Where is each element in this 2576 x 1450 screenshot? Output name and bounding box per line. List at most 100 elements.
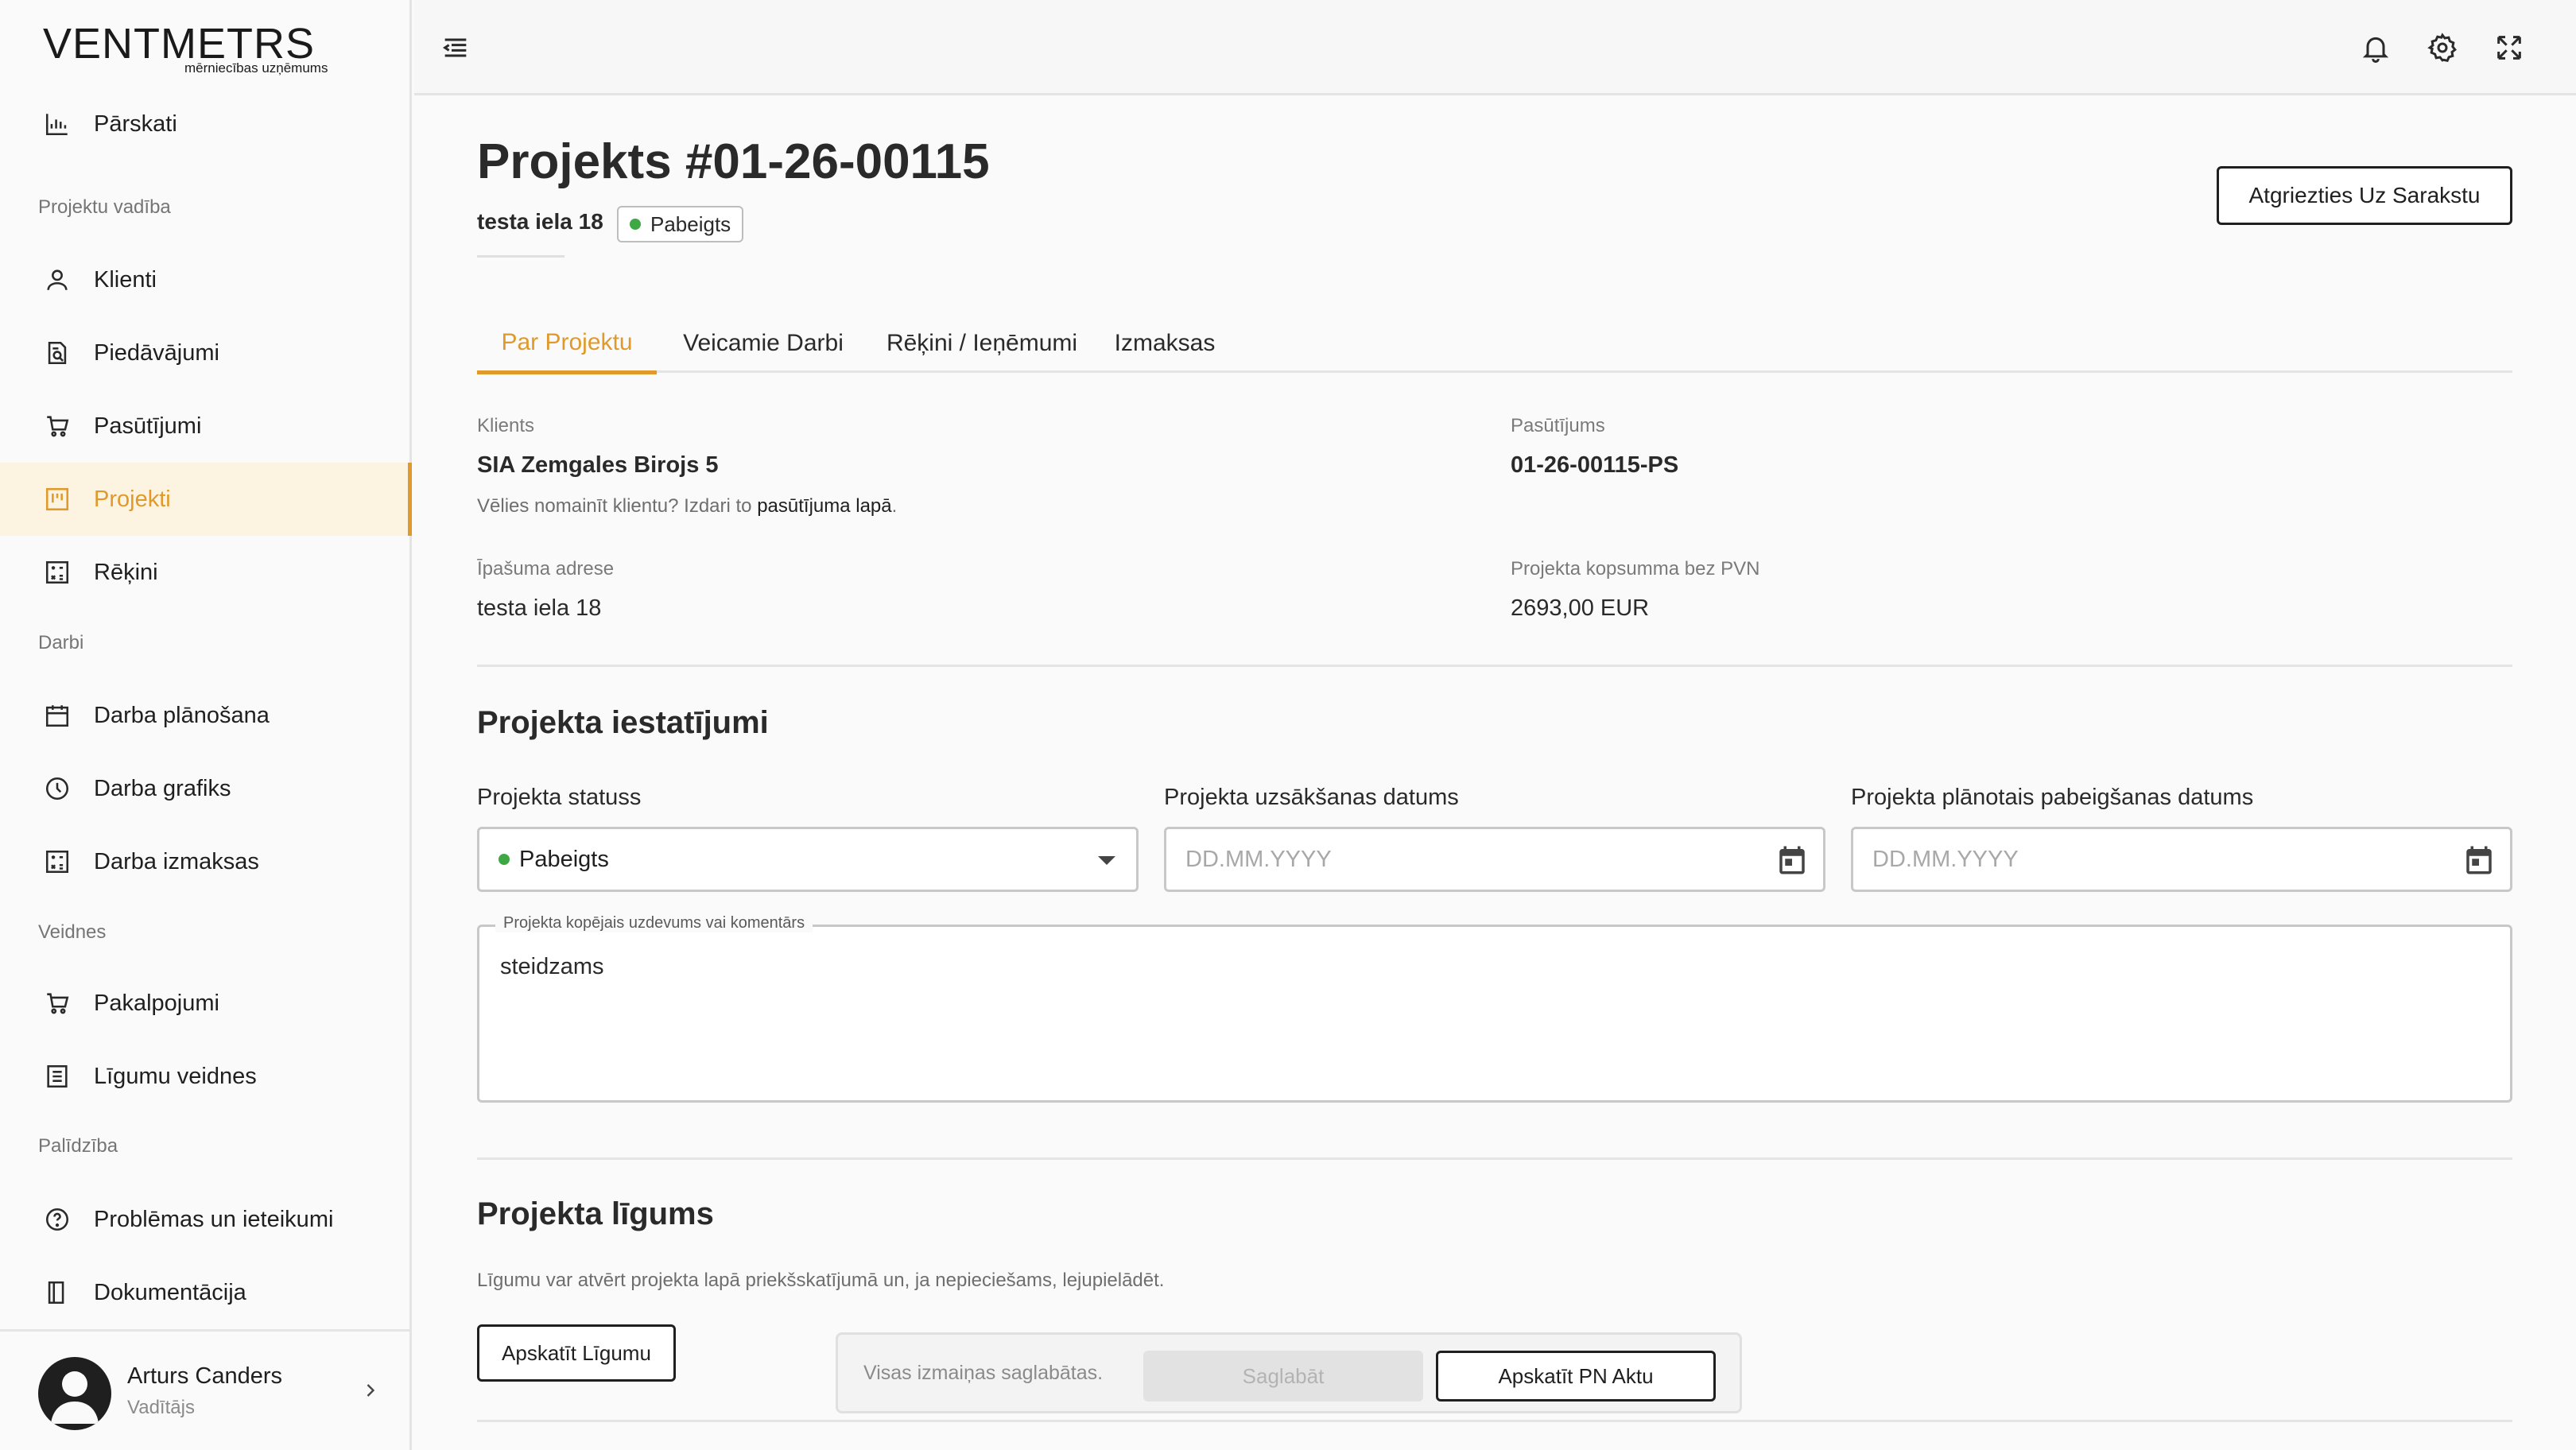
property-address-label: Īpašuma adrese — [477, 558, 615, 580]
sidebar-item-pasutijumi[interactable]: Pasūtījumi — [0, 390, 412, 463]
section-label-veidnes: Veidnes — [38, 921, 107, 943]
view-contract-button[interactable]: Apskatīt Līgumu — [477, 1324, 676, 1382]
tab-rekini-ienemumi[interactable]: Rēķini / Ieņēmumi — [875, 314, 1089, 373]
sidebar-item-klienti[interactable]: Klienti — [0, 243, 412, 316]
status-badge-label: Pabeigts — [650, 211, 731, 236]
status-field-label: Projekta statuss — [477, 785, 642, 810]
tab-izmaksas[interactable]: Izmaksas — [1106, 314, 1224, 373]
comment-label: Projekta kopējais uzdevums vai komentārs — [495, 914, 813, 932]
comment-textarea[interactable]: Projekta kopējais uzdevums vai komentārs… — [477, 914, 2512, 1103]
document-search-icon — [43, 339, 72, 367]
client-hint-prefix: Vēlies nomainīt klientu? Izdari to — [477, 495, 752, 517]
project-total-value: 2693,00 EUR — [1511, 595, 1650, 621]
client-label: Klients — [477, 415, 535, 436]
sidebar-item-label: Projekti — [94, 486, 171, 512]
sidebar-item-darba-izmaksas[interactable]: Darba izmaksas — [0, 825, 412, 898]
bar-chart-icon — [43, 110, 72, 138]
status-badge: Pabeigts — [617, 206, 744, 242]
client-hint: Vēlies nomainīt klientu? Izdari to pasūt… — [477, 495, 897, 518]
project-address: testa iela 18 — [477, 209, 603, 234]
sidebar-item-problemas[interactable]: Problēmas un ieteikumi — [0, 1183, 412, 1256]
list-document-icon — [43, 1062, 72, 1091]
sidebar-item-rekini[interactable]: Rēķini — [0, 536, 412, 609]
project-total-label: Projekta kopsumma bez PVN — [1511, 558, 1760, 580]
property-address-value: testa iela 18 — [477, 595, 602, 621]
status-select[interactable]: Pabeigts — [477, 827, 1139, 892]
cart-icon — [43, 412, 72, 440]
sidebar: VENTMETRS mērniecības uzņēmums Pārskati … — [0, 0, 412, 1450]
user-profile[interactable]: Arturs Canders Vadītājs — [0, 1329, 412, 1450]
status-dot — [630, 219, 641, 230]
sidebar-item-label: Rēķini — [94, 559, 158, 585]
save-button[interactable]: Saglabāt — [1143, 1351, 1423, 1402]
sidebar-item-darba-planosana[interactable]: Darba plānošana — [0, 679, 412, 752]
tab-par-projektu[interactable]: Par Projektu — [477, 314, 657, 374]
book-icon — [43, 1278, 72, 1307]
section-label-palidziba: Palīdzība — [38, 1135, 118, 1157]
order-value: 01-26-00115-PS — [1511, 452, 1679, 478]
section-label-projektu-vadiba: Projektu vadība — [38, 196, 171, 218]
user-icon — [43, 266, 72, 294]
order-label: Pasūtījums — [1511, 415, 1605, 436]
user-role: Vadītājs — [127, 1397, 195, 1418]
sidebar-item-label: Darba grafiks — [94, 775, 231, 801]
sidebar-item-ligumu-veidnes[interactable]: Līgumu veidnes — [0, 1040, 412, 1113]
order-page-link[interactable]: pasūtījuma lapā — [757, 495, 891, 517]
page-title: Projekts #01-26-00115 — [477, 134, 990, 189]
fullscreen-icon[interactable] — [2493, 32, 2525, 64]
start-date-input[interactable]: DD.MM.YYYY — [1164, 827, 1825, 892]
start-date-placeholder: DD.MM.YYYY — [1185, 846, 1332, 872]
caret-down-icon — [1098, 856, 1115, 865]
menu-collapse-icon[interactable] — [440, 32, 471, 64]
sidebar-item-label: Darba izmaksas — [94, 848, 259, 874]
bell-icon[interactable] — [2360, 32, 2392, 64]
section-divider — [477, 665, 2512, 667]
section-divider — [477, 1157, 2512, 1160]
sidebar-item-label: Piedāvājumi — [94, 339, 219, 366]
company-logo[interactable]: VENTMETRS mērniecības uzņēmums — [43, 21, 328, 76]
status-select-value: Pabeigts — [519, 846, 609, 872]
sidebar-item-label: Dokumentācija — [94, 1279, 246, 1305]
kanban-icon — [43, 485, 72, 514]
end-date-label: Projekta plānotais pabeigšanas datums — [1851, 785, 2254, 810]
gear-icon[interactable] — [2427, 32, 2458, 64]
sidebar-item-piedavajumi[interactable]: Piedāvājumi — [0, 316, 412, 390]
client-hint-suffix: . — [891, 495, 898, 517]
user-name: Arturs Canders — [127, 1363, 283, 1389]
sidebar-item-label: Pasūtījumi — [94, 413, 202, 439]
sidebar-item-darba-grafiks[interactable]: Darba grafiks — [0, 752, 412, 825]
view-pn-act-button[interactable]: Apskatīt PN Aktu — [1436, 1351, 1716, 1402]
end-date-placeholder: DD.MM.YYYY — [1872, 846, 2019, 872]
end-date-input[interactable]: DD.MM.YYYY — [1851, 827, 2512, 892]
logo-tagline: mērniecības uzņēmums — [184, 60, 328, 76]
contract-description: Līgumu var atvērt projekta lapā priekšsk… — [477, 1270, 1165, 1291]
client-value: SIA Zemgales Birojs 5 — [477, 452, 719, 478]
calendar-icon[interactable] — [2462, 843, 2496, 877]
sidebar-item-projekti[interactable]: Projekti — [0, 463, 412, 536]
sidebar-item-label: Problēmas un ieteikumi — [94, 1206, 334, 1232]
start-date-label: Projekta uzsākšanas datums — [1164, 785, 1459, 810]
calendar-icon — [43, 701, 72, 730]
tab-veicamie-darbi[interactable]: Veicamie Darbi — [668, 314, 859, 373]
comment-value: steidzams — [500, 954, 604, 979]
subtitle-underline — [477, 255, 564, 258]
calendar-icon[interactable] — [1775, 843, 1809, 877]
clock-icon — [43, 774, 72, 803]
sidebar-item-label: Pārskati — [94, 110, 177, 137]
save-bar: Visas izmaiņas saglabātas. Saglabāt Apsk… — [836, 1332, 1742, 1413]
sidebar-item-parskati[interactable]: Pārskati — [0, 87, 412, 161]
save-status-text: Visas izmaiņas saglabātas. — [863, 1362, 1104, 1384]
cart-icon — [43, 989, 72, 1018]
sidebar-item-label: Līgumu veidnes — [94, 1063, 257, 1089]
settings-title: Projekta iestatījumi — [477, 705, 769, 740]
avatar — [38, 1357, 111, 1430]
sidebar-item-label: Klienti — [94, 266, 157, 293]
contract-title: Projekta līgums — [477, 1196, 714, 1231]
sidebar-item-pakalpojumi[interactable]: Pakalpojumi — [0, 967, 412, 1040]
section-label-darbi: Darbi — [38, 632, 84, 653]
top-bar — [414, 0, 2576, 95]
chevron-right-icon[interactable] — [359, 1379, 382, 1402]
help-circle-icon — [43, 1205, 72, 1234]
back-to-list-button[interactable]: Atgriezties Uz Sarakstu — [2217, 166, 2512, 225]
sidebar-item-dokumentacija[interactable]: Dokumentācija — [0, 1256, 412, 1329]
